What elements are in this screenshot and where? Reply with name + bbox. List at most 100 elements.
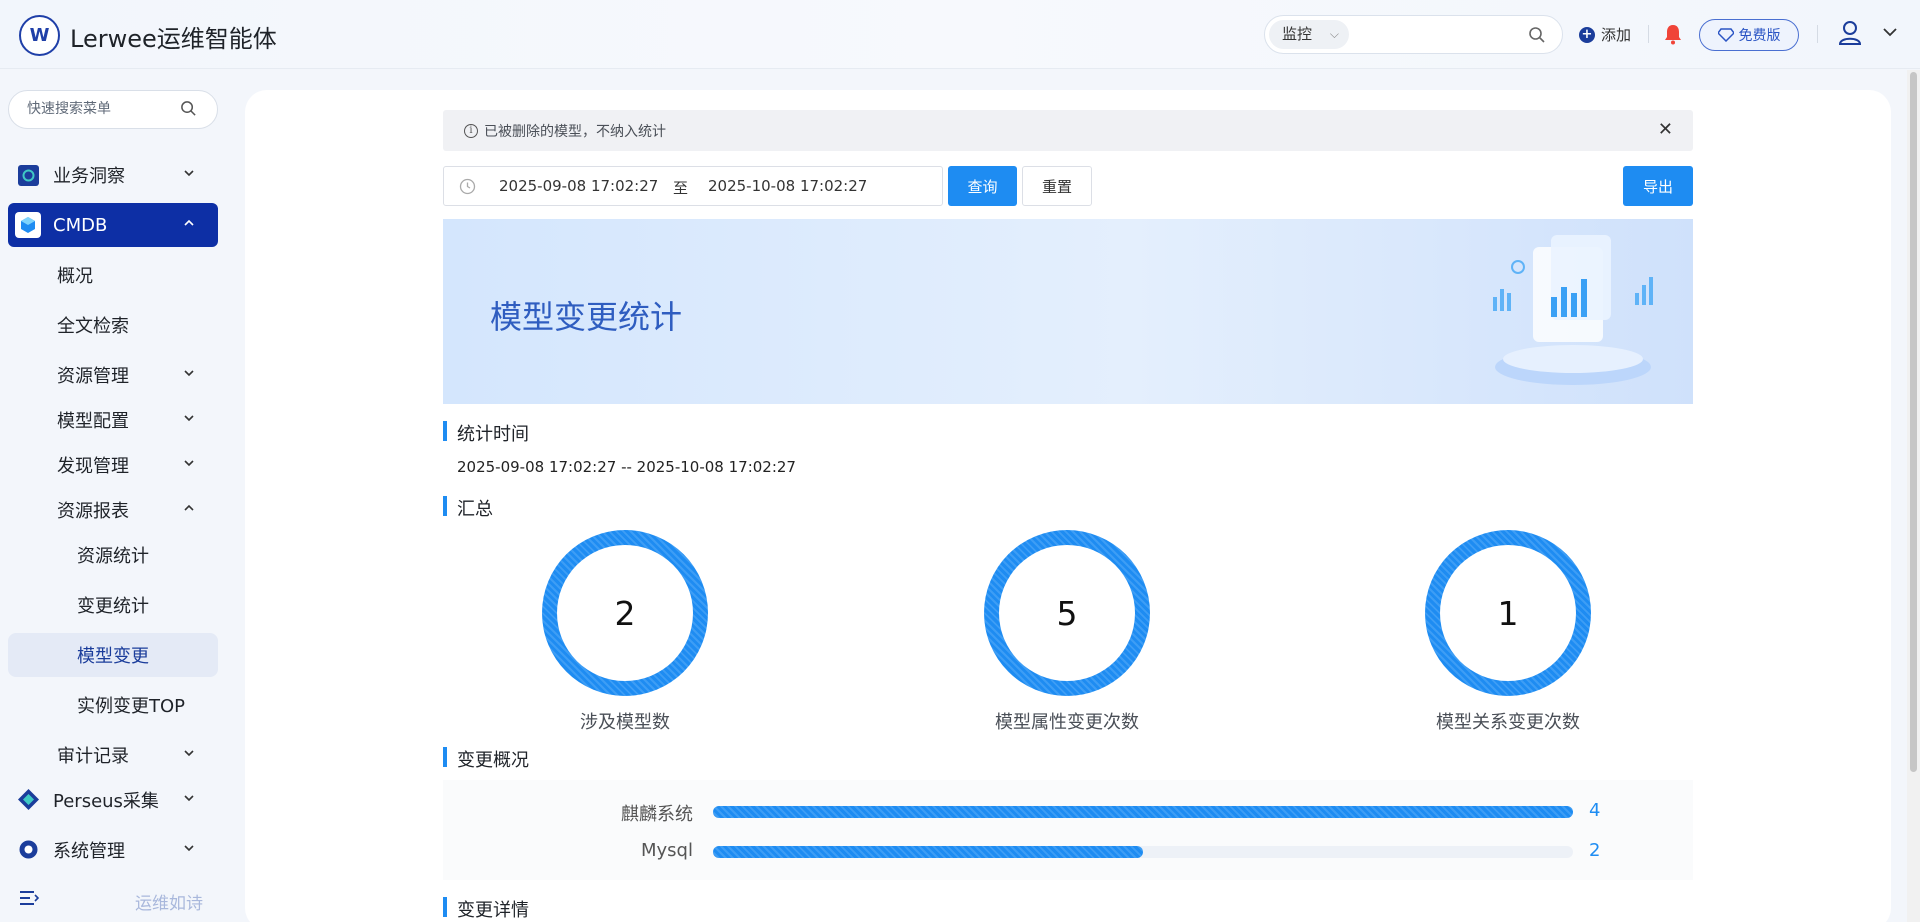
bar[interactable]	[713, 846, 1143, 858]
sidebar-item-label: 资源管理	[57, 366, 129, 387]
kpi-value: 1	[1440, 545, 1576, 681]
menu-search-input[interactable]: 快速搜索菜单	[8, 90, 218, 129]
user-icon[interactable]	[1838, 20, 1862, 46]
close-icon[interactable]: ✕	[1658, 119, 1673, 140]
alert-text: 已被删除的模型，不纳入统计	[484, 123, 666, 140]
sidebar-item-resource-reports[interactable]: 资源报表	[8, 488, 218, 532]
chevron-down-icon[interactable]	[1882, 26, 1898, 38]
sidebar-item-label: 模型变更	[77, 646, 149, 667]
kpi-label: 涉及模型数	[580, 712, 670, 733]
sidebar-item-change-stats[interactable]: 变更统计	[8, 583, 218, 627]
bar-category-label: Mysql	[641, 840, 693, 861]
page-title: 模型变更统计	[490, 298, 683, 336]
sidebar-item-model-config[interactable]: 模型配置	[8, 398, 218, 442]
sidebar-item-label: 实例变更TOP	[77, 696, 186, 717]
gear-icon	[19, 840, 38, 859]
sidebar-item-audit-log[interactable]: 审计记录	[8, 733, 218, 777]
sidebar-item-perseus[interactable]: Perseus采集	[8, 778, 218, 822]
sidebar-item-system-management[interactable]: 系统管理	[8, 828, 218, 872]
kpi-ring: 1	[1425, 530, 1591, 696]
sidebar-item-label: 业务洞察	[53, 166, 125, 187]
cube-icon	[15, 212, 41, 238]
bar-value-label: 4	[1589, 800, 1601, 821]
insight-icon	[18, 165, 39, 186]
kpi-label: 模型属性变更次数	[995, 712, 1139, 733]
kpi-value: 5	[999, 545, 1135, 681]
search-scope-label: 监控	[1282, 25, 1313, 43]
add-label: 添加	[1601, 26, 1632, 44]
kpi-ring: 2	[542, 530, 708, 696]
search-icon[interactable]	[180, 100, 197, 117]
kpi-relation-changes: 1 模型关系变更次数	[1425, 530, 1591, 734]
top-bar: W Lerwee运维智能体 监控 ⌵ + 添加 免费版	[0, 0, 1920, 69]
query-button[interactable]: 查询	[948, 166, 1017, 206]
chevron-down-icon: ⌵	[1329, 27, 1339, 41]
scrollbar-thumb[interactable]	[1910, 72, 1917, 772]
global-search[interactable]: 监控 ⌵	[1264, 15, 1563, 54]
bar-value-label: 2	[1589, 840, 1601, 861]
sidebar-item-resource-stats[interactable]: 资源统计	[8, 533, 218, 577]
end-date-input[interactable]: 2025-10-08 17:02:27	[708, 177, 867, 195]
section-title-overview: 变更概况	[443, 746, 529, 771]
sidebar-item-label: 全文检索	[57, 316, 129, 337]
plus-icon: +	[1579, 26, 1595, 43]
date-range-picker[interactable]: 2025-09-08 17:02:27 至 2025-10-08 17:02:2…	[443, 166, 943, 206]
reset-button[interactable]: 重置	[1022, 166, 1092, 206]
menu-search-placeholder: 快速搜索菜单	[27, 101, 111, 117]
chevron-up-icon	[184, 504, 194, 511]
stat-time-range: 2025-09-08 17:02:27 -- 2025-10-08 17:02:…	[457, 458, 796, 476]
clock-icon	[459, 178, 476, 195]
kpi-ring: 5	[984, 530, 1150, 696]
app-title: Lerwee运维智能体	[70, 25, 277, 53]
sidebar-item-label: 资源报表	[57, 501, 129, 522]
sidebar-item-label: 发现管理	[57, 456, 129, 477]
search-icon[interactable]	[1528, 26, 1546, 44]
chevron-down-icon	[184, 415, 194, 422]
sidebar-item-overview[interactable]: 概况	[8, 253, 218, 297]
sidebar-item-label: Perseus采集	[53, 791, 159, 812]
bar[interactable]	[713, 806, 1573, 818]
bar-category-label: 麒麟系统	[621, 804, 693, 825]
sidebar-item-label: 概况	[57, 266, 93, 287]
app-logo[interactable]: W	[19, 15, 60, 56]
section-title-stat-time: 统计时间	[443, 420, 529, 445]
bell-icon[interactable]	[1663, 23, 1683, 45]
free-plan-label: 免费版	[1738, 28, 1781, 44]
kpi-attribute-changes: 5 模型属性变更次数	[984, 530, 1150, 734]
sidebar-item-business-insight[interactable]: 业务洞察	[8, 153, 218, 197]
chevron-down-icon	[184, 845, 194, 852]
bar-row: Mysql 2	[443, 840, 1693, 864]
sidebar-item-label: 变更统计	[77, 596, 149, 617]
chevron-up-icon	[184, 219, 194, 226]
page-banner: 模型变更统计	[443, 219, 1693, 404]
analytics-illustration	[1493, 235, 1653, 385]
sidebar-footer-slogan: 运维如诗	[135, 894, 203, 914]
sidebar-item-label: 模型配置	[57, 411, 129, 432]
sidebar-item-label: CMDB	[53, 214, 108, 236]
bar-row: 麒麟系统 4	[443, 800, 1693, 825]
bar-track	[713, 846, 1573, 858]
change-overview-chart: 麒麟系统 4 Mysql 2	[443, 780, 1693, 880]
menu-collapse-icon[interactable]	[19, 889, 39, 907]
free-plan-button[interactable]: 免费版	[1699, 19, 1799, 51]
chevron-down-icon	[184, 170, 194, 177]
divider	[1817, 25, 1818, 43]
search-scope-select[interactable]: 监控 ⌵	[1269, 20, 1349, 49]
section-title-detail: 变更详情	[443, 896, 529, 921]
chevron-down-icon	[184, 460, 194, 467]
sidebar-item-cmdb[interactable]: CMDB	[8, 203, 218, 247]
chevron-down-icon	[184, 795, 194, 802]
sidebar-item-label: 审计记录	[57, 746, 129, 767]
sidebar-item-instance-change-top[interactable]: 实例变更TOP	[8, 683, 218, 727]
start-date-input[interactable]: 2025-09-08 17:02:27	[499, 177, 658, 195]
export-button[interactable]: 导出	[1623, 166, 1693, 206]
sidebar-item-resource-management[interactable]: 资源管理	[8, 353, 218, 397]
kpi-label: 模型关系变更次数	[1436, 712, 1580, 733]
bar-track	[713, 806, 1573, 818]
sidebar-item-label: 系统管理	[53, 841, 125, 862]
add-button[interactable]: + 添加	[1579, 24, 1631, 45]
sidebar-item-model-change[interactable]: 模型变更	[8, 633, 218, 677]
sidebar-item-fulltext-search[interactable]: 全文检索	[8, 303, 218, 347]
kpi-value: 2	[557, 545, 693, 681]
sidebar-item-discovery-management[interactable]: 发现管理	[8, 443, 218, 487]
